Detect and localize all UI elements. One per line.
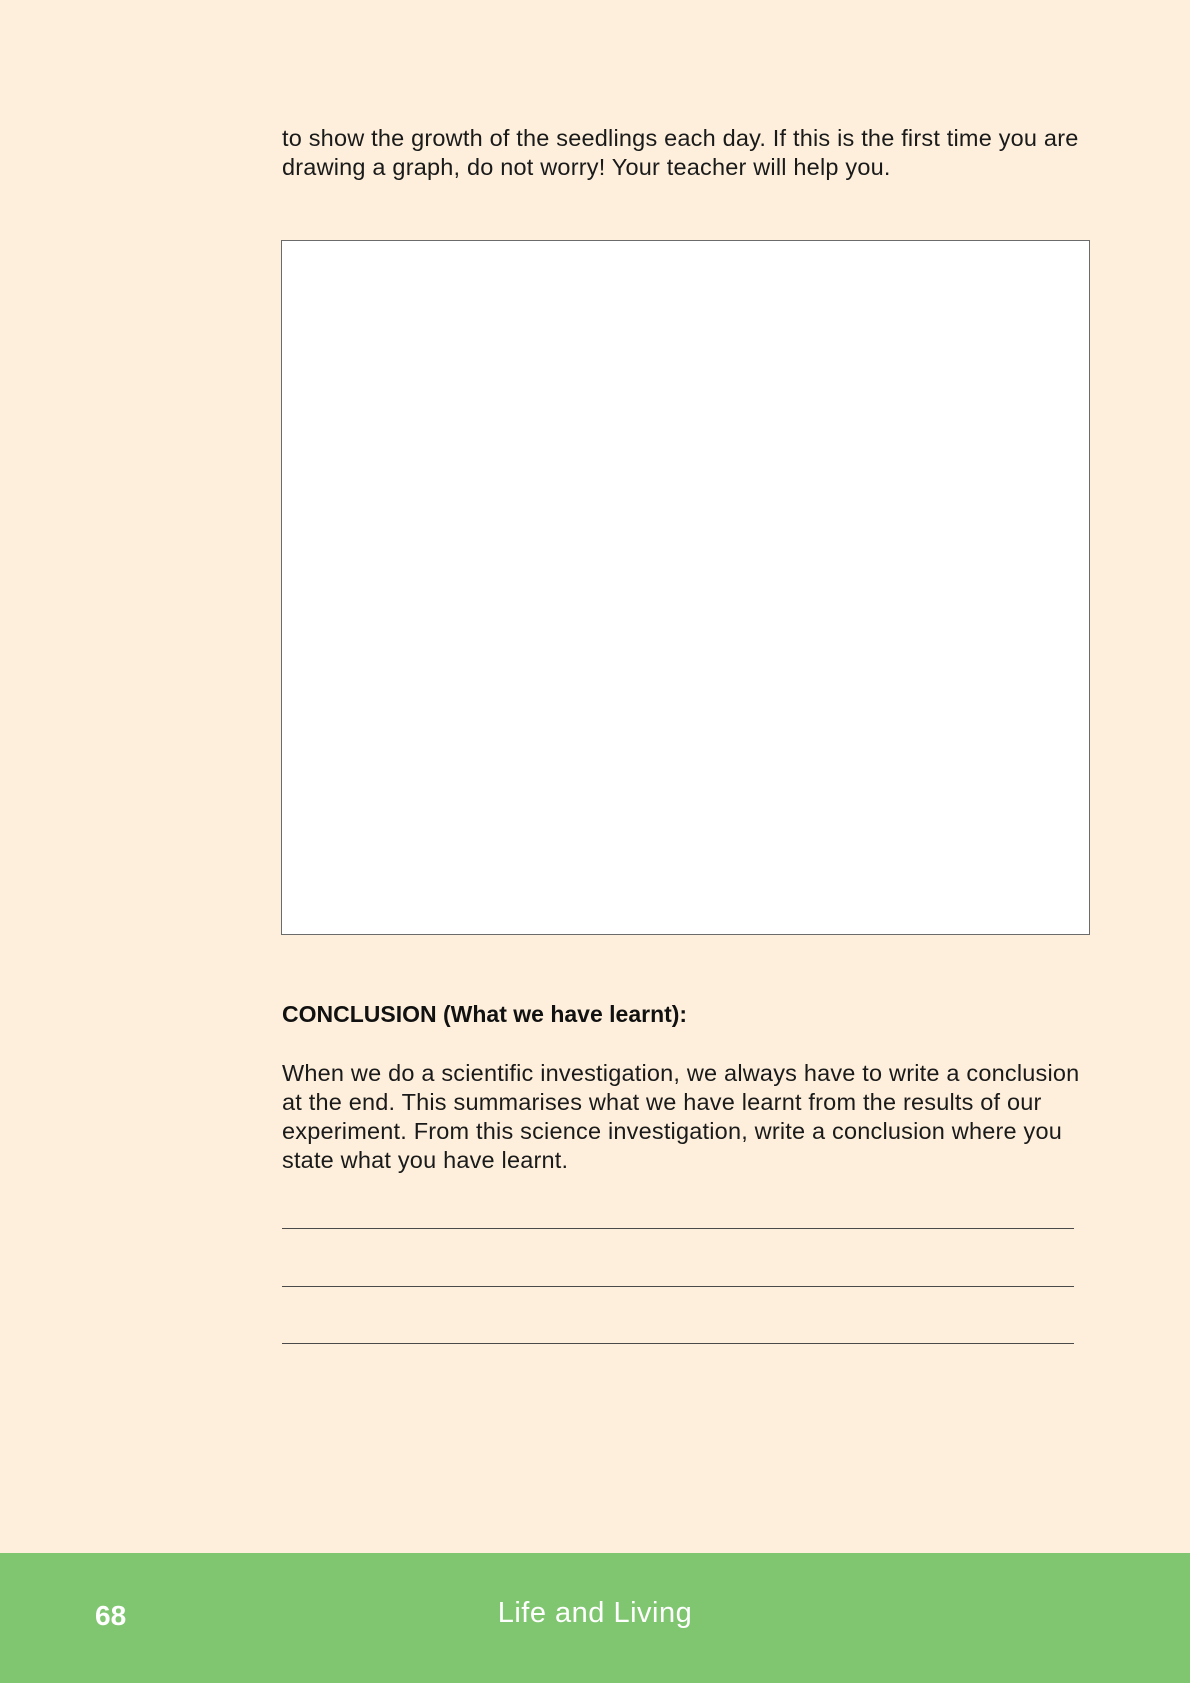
answer-line[interactable] — [282, 1286, 1074, 1287]
intro-paragraph: to show the growth of the seedlings each… — [282, 125, 1079, 180]
answer-line[interactable] — [282, 1228, 1074, 1229]
footer-title: Life and Living — [497, 1597, 693, 1629]
conclusion-heading: CONCLUSION (What we have learnt): — [282, 1001, 688, 1027]
conclusion-paragraph: When we do a scientific investigation, w… — [282, 1060, 1080, 1173]
graph-drawing-area[interactable] — [281, 240, 1090, 935]
page-footer: 68 Life and Living — [0, 1553, 1190, 1683]
answer-line[interactable] — [282, 1343, 1074, 1344]
